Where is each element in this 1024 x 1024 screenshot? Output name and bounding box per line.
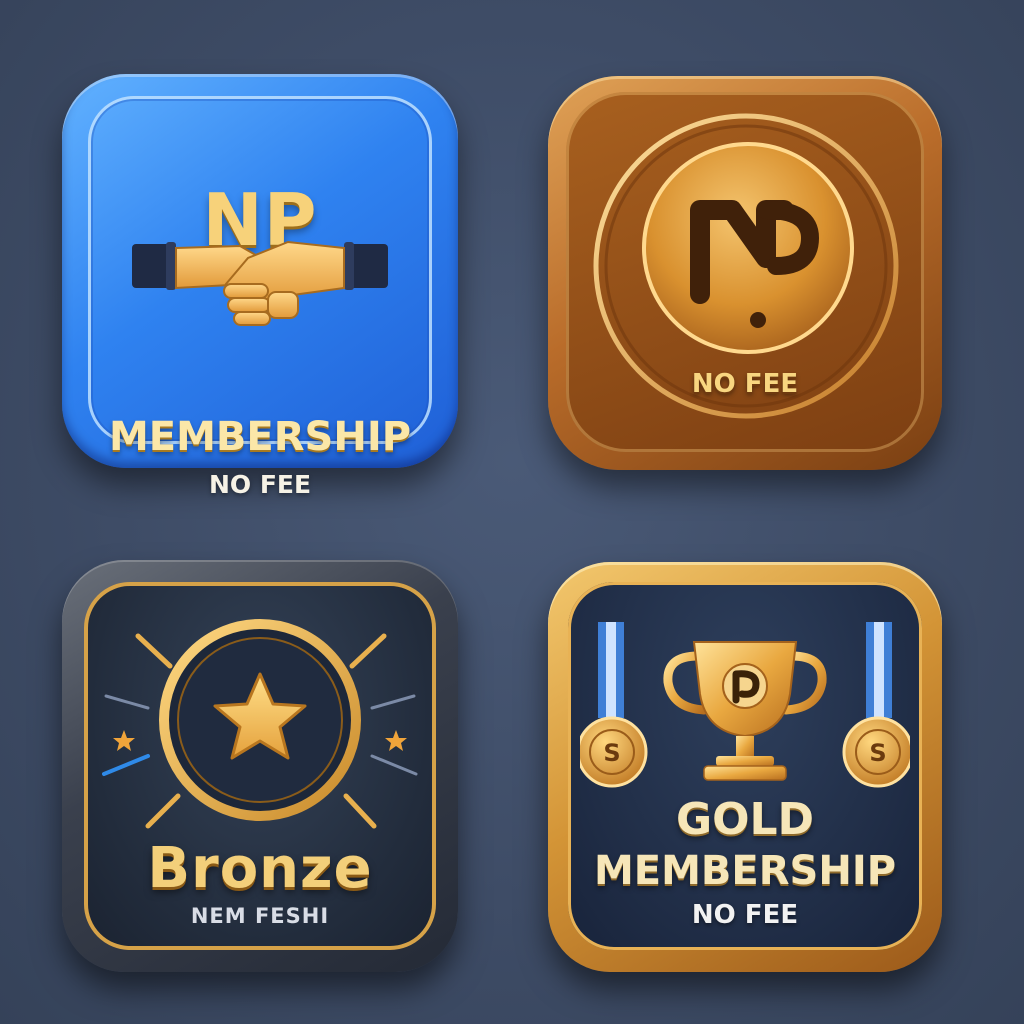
membership-title: Membership	[593, 848, 897, 894]
gold-title: Gold	[675, 794, 815, 845]
gold-membership-badge[interactable]: S S Gold Membership NO FEE	[548, 562, 942, 972]
trophy-icon: S S	[580, 622, 910, 788]
no-fee-label: NO FEE	[208, 470, 312, 499]
svg-text:S: S	[603, 739, 620, 767]
np-membership-badge[interactable]: NP Membership NO FEE	[62, 74, 458, 499]
svg-text:S: S	[869, 739, 886, 767]
handshake-icon	[132, 240, 388, 326]
no-fee-label: NO FEE	[691, 900, 799, 930]
np-coin-badge[interactable]: NO FEE	[548, 76, 942, 470]
bronze-membership-badge[interactable]: Bronze NEM FESHI	[62, 560, 458, 972]
star-medallion-icon	[102, 619, 418, 829]
no-fee-label: NO FEE	[691, 369, 799, 399]
bronze-title: Bronze	[147, 836, 373, 901]
membership-title: Membership	[108, 414, 412, 460]
membership-subtitle: NEM FESHI	[190, 904, 330, 928]
